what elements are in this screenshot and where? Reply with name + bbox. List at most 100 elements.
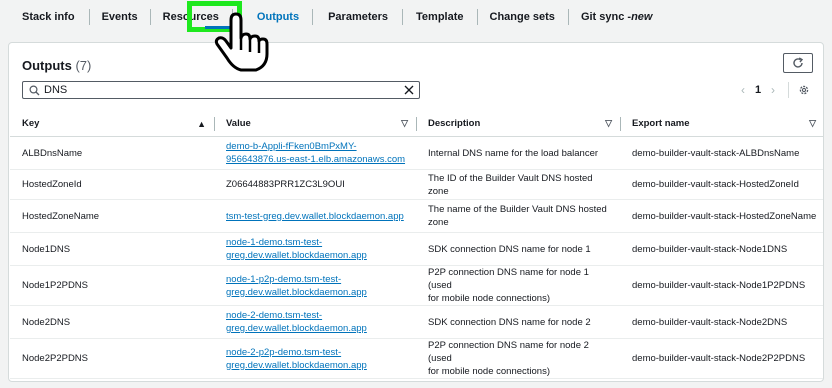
- value-line: node-1-p2p-demo.tsm-test-: [226, 273, 342, 285]
- cell-value: node-2-p2p-demo.tsm-test-greg.dev.wallet…: [214, 338, 416, 379]
- cell-key: HostedZoneId: [10, 169, 214, 200]
- column-divider: [620, 117, 621, 131]
- tab-parameters[interactable]: Parameters: [328, 0, 388, 34]
- value-link[interactable]: node-2-p2p-demo.tsm-test-greg.dev.wallet…: [226, 347, 367, 371]
- tab-stack-info[interactable]: Stack info: [22, 0, 75, 34]
- pager-divider: [788, 82, 789, 98]
- refresh-icon: [793, 57, 804, 68]
- cell-key: HostedZoneName: [10, 199, 214, 233]
- cell-description: The name of the Builder Vault DNS hosted…: [416, 199, 620, 233]
- search-input[interactable]: [42, 83, 402, 97]
- tab-divider: [88, 9, 90, 25]
- description-line: zone: [428, 217, 449, 228]
- description-line: SDK connection DNS name for node 2: [428, 316, 591, 328]
- column-header-label: Value: [226, 118, 251, 129]
- search-icon: [26, 82, 42, 98]
- output-count: (7): [75, 58, 92, 73]
- tab-change-sets[interactable]: Change sets: [490, 0, 555, 34]
- cell-export-name: demo-builder-vault-stack-HostedZoneName: [620, 199, 823, 233]
- cell-value: tsm-test-greg.dev.wallet.blockdaemon.app: [214, 199, 416, 233]
- cell-export-name: demo-builder-vault-stack-HostedZoneId: [620, 169, 823, 200]
- cell-export-name: demo-builder-vault-stack-Node2P2PDNS: [620, 338, 823, 379]
- table-row: ALBDnsName demo-b-Appli-fFken0BmPxMY- 956…: [10, 136, 823, 170]
- cell-export-name: demo-builder-vault-stack-Node2DNS: [620, 305, 823, 339]
- column-header-description[interactable]: Description ▽: [416, 111, 620, 137]
- panel-title: Outputs (7): [22, 58, 91, 73]
- next-page-icon[interactable]: ›: [766, 83, 780, 97]
- tab-label: Change sets: [489, 11, 555, 23]
- sort-icon: ▽: [809, 118, 816, 128]
- value-line: greg.dev.wallet.blockdaemon.app: [226, 359, 367, 371]
- tab-divider: [567, 9, 569, 25]
- description-line: for mobile node connections): [428, 366, 550, 377]
- gear-icon[interactable]: [797, 83, 811, 97]
- description-line: The ID of the Builder Vault DNS hosted z…: [428, 172, 593, 197]
- outputs-panel: Outputs (7) ‹ 1 ›: [8, 42, 824, 382]
- panel-title-text: Outputs: [22, 58, 72, 73]
- table-row: Node1P2PDNS node-1-p2p-demo.tsm-test-gre…: [10, 265, 823, 306]
- tab-label: Events: [101, 11, 138, 23]
- cell-description: P2P connection DNS name for node 2 (used…: [416, 338, 620, 379]
- description-line: SDK connection DNS name for node 1: [428, 243, 591, 255]
- description-line: P2P connection DNS name for node 1 (used: [428, 267, 589, 291]
- sort-icon: ▽: [401, 118, 408, 128]
- new-badge: new: [631, 11, 653, 23]
- table-row: HostedZoneId Z06644883PRR1ZC3L9OUI The I…: [10, 169, 823, 200]
- search-field: [22, 81, 420, 99]
- column-header-key[interactable]: Key ▲: [10, 111, 214, 137]
- cell-key: Node1DNS: [10, 232, 214, 266]
- outputs-table: Key ▲ Value ▽ Description ▽ Export name ▽ AL…: [10, 111, 823, 379]
- cell-key: Node2P2PDNS: [10, 338, 214, 379]
- cell-description: The ID of the Builder Vault DNS hosted z…: [416, 169, 620, 200]
- value-line: node-2-p2p-demo.tsm-test-: [226, 346, 342, 358]
- value-line: greg.dev.wallet.blockdaemon.app: [226, 250, 367, 261]
- cell-export-name: demo-builder-vault-stack-Node1P2PDNS: [620, 265, 823, 306]
- tab-bar: Stack info Events Resources Outputs Para…: [0, 0, 832, 34]
- column-header-export-name[interactable]: Export name ▽: [620, 111, 823, 137]
- column-divider: [416, 117, 417, 131]
- description-line: The name of the Builder Vault DNS hosted: [428, 204, 607, 215]
- value-link[interactable]: node-2-demo.tsm-test-greg.dev.wallet.blo…: [226, 310, 367, 334]
- cell-description: SDK connection DNS name for node 2: [416, 305, 620, 339]
- cell-value: demo-b-Appli-fFken0BmPxMY- 956643876.us-e…: [214, 136, 416, 170]
- cell-description: SDK connection DNS name for node 1: [416, 232, 620, 266]
- hand-pointer-cursor-icon: [214, 12, 269, 72]
- tab-events[interactable]: Events: [102, 0, 138, 34]
- column-header-value[interactable]: Value ▽: [214, 111, 416, 137]
- value-link[interactable]: tsm-test-greg.dev.wallet.blockdaemon.app: [226, 211, 404, 222]
- cell-value: Z06644883PRR1ZC3L9OUI: [214, 169, 416, 200]
- description-line: Internal DNS name for the load balancer: [428, 147, 599, 159]
- value-line: greg.dev.wallet.blockdaemon.app: [226, 323, 367, 334]
- tab-divider: [149, 9, 151, 25]
- table-header-row: Key ▲ Value ▽ Description ▽ Export name ▽: [10, 111, 823, 137]
- cell-description: Internal DNS name for the load balancer: [416, 136, 620, 170]
- tab-label: Stack info: [22, 11, 75, 23]
- pagination: ‹ 1 ›: [736, 81, 811, 99]
- current-page[interactable]: 1: [750, 84, 766, 96]
- cell-value: node-1-demo.tsm-test-greg.dev.wallet.blo…: [214, 232, 416, 266]
- table-row: Node1DNS node-1-demo.tsm-test-greg.dev.w…: [10, 232, 823, 266]
- cell-value: node-1-p2p-demo.tsm-test-greg.dev.wallet…: [214, 265, 416, 306]
- tab-label: Git sync -: [580, 11, 632, 23]
- cell-key: Node1P2PDNS: [10, 265, 214, 306]
- cell-description: P2P connection DNS name for node 1 (used…: [416, 265, 620, 306]
- cell-export-name: demo-builder-vault-stack-Node1DNS: [620, 232, 823, 266]
- table-row: HostedZoneName tsm-test-greg.dev.wallet.…: [10, 199, 823, 233]
- sort-icon: ▽: [605, 118, 612, 128]
- tab-label: Parameters: [328, 11, 389, 23]
- value-link[interactable]: demo-b-Appli-fFken0BmPxMY- 956643876.us-e…: [226, 141, 405, 165]
- tab-divider: [312, 9, 314, 25]
- clear-search-icon[interactable]: [402, 83, 416, 97]
- tab-label: Template: [416, 11, 464, 23]
- sort-ascending-icon: ▲: [197, 118, 206, 129]
- value-link[interactable]: node-1-demo.tsm-test-greg.dev.wallet.blo…: [226, 237, 367, 261]
- tab-git-sync[interactable]: Git sync - new: [581, 0, 653, 34]
- column-header-label: Description: [428, 118, 481, 129]
- previous-page-icon[interactable]: ‹: [736, 83, 750, 97]
- table-row: Node2P2PDNS node-2-p2p-demo.tsm-test-gre…: [10, 338, 823, 379]
- cell-key: Node2DNS: [10, 305, 214, 339]
- refresh-button[interactable]: [783, 53, 813, 73]
- tab-template[interactable]: Template: [416, 0, 463, 34]
- value-link[interactable]: node-1-p2p-demo.tsm-test-greg.dev.wallet…: [226, 274, 367, 298]
- value-line: 956643876.us-east-1.elb.amazonaws.com: [226, 154, 406, 165]
